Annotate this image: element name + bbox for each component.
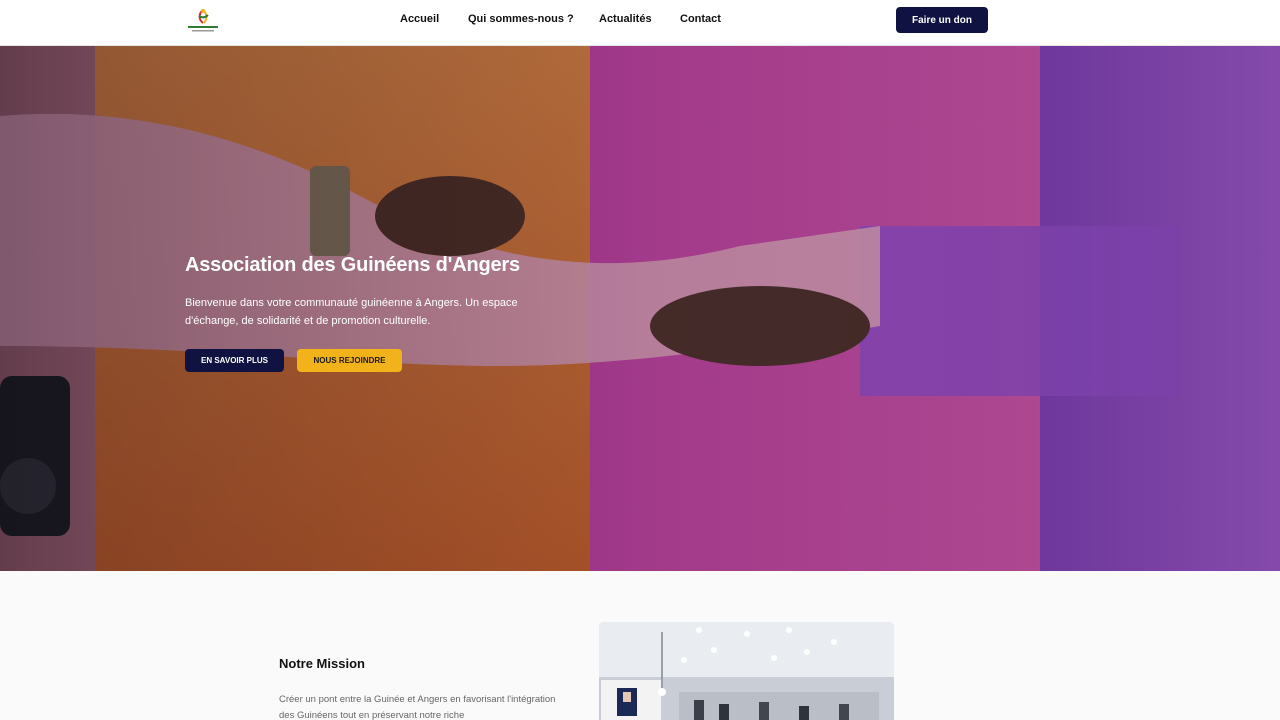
hero-subtitle: Bienvenue dans votre communauté guinéenn… — [185, 297, 518, 327]
nav-contact[interactable]: Contact — [680, 13, 721, 25]
mission-section: Notre Mission Créer un pont entre la Gui… — [0, 571, 1280, 720]
learn-more-button[interactable]: EN SAVOIR PLUS — [185, 349, 284, 372]
main-nav: Accueil Qui sommes-nous ? Actualités Con… — [0, 0, 1280, 46]
hero-section: Association des Guinéens d'Angers Bienve… — [0, 46, 1280, 571]
nav-qui-sommes-nous[interactable]: Qui sommes-nous ? — [468, 13, 574, 25]
join-button[interactable]: NOUS REJOINDRE — [297, 349, 402, 372]
site-header: Accueil Qui sommes-nous ? Actualités Con… — [0, 0, 1280, 46]
nav-accueil[interactable]: Accueil — [400, 13, 439, 25]
mission-text: Créer un pont entre la Guinée et Angers … — [279, 694, 556, 720]
donate-button[interactable]: Faire un don — [896, 7, 988, 33]
mission-photo — [599, 622, 894, 720]
hero-title: Association des Guinéens d'Angers — [185, 254, 520, 276]
nav-actualites[interactable]: Actualités — [599, 13, 652, 25]
mission-title: Notre Mission — [279, 656, 365, 671]
